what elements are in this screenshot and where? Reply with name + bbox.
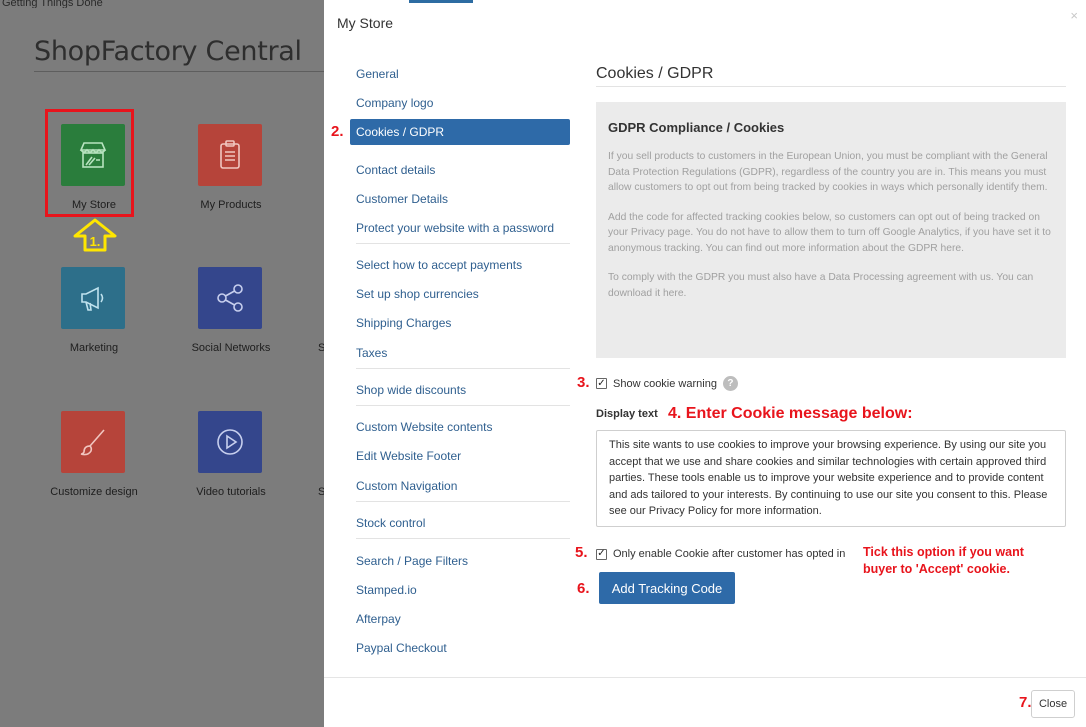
app-title: ShopFactory Central [34, 36, 302, 67]
info-paragraph: Add the code for affected tracking cooki… [608, 211, 1051, 254]
highlight-box [45, 109, 134, 217]
annotation-step-1: 1. [90, 234, 101, 249]
close-icon[interactable]: × [1070, 8, 1078, 23]
nav-item-afterpay[interactable]: Afterpay [356, 608, 570, 630]
tile-label: My Products [200, 199, 262, 211]
nav-item-shop-discounts[interactable]: Shop wide discounts [356, 379, 570, 401]
background-app: Getting Things Done ShopFactory Central … [0, 0, 325, 727]
modal-header: My Store × [324, 0, 1086, 42]
nav-item-edit-website-footer[interactable]: Edit Website Footer [356, 445, 570, 467]
opt-in-checkbox[interactable]: ✓ [596, 548, 607, 560]
nav-divider [356, 243, 570, 244]
footer-divider [324, 677, 1086, 678]
show-cookie-warning-checkbox[interactable]: ✓ [596, 378, 607, 389]
info-title: GDPR Compliance / Cookies [608, 120, 785, 135]
nav-item-customer-details[interactable]: Customer Details [356, 188, 570, 210]
annotation-step-3: 3. [577, 374, 590, 391]
nav-item-custom-website-contents[interactable]: Custom Website contents [356, 416, 570, 438]
nav-item-currencies[interactable]: Set up shop currencies [356, 283, 570, 305]
annotation-step-5: 5. [575, 544, 588, 561]
play-icon [198, 411, 262, 473]
background-top-text: Getting Things Done [2, 0, 103, 8]
annotation-tip-line: Tick this option if you want [863, 545, 1024, 559]
nav-item-search-page-filters[interactable]: Search / Page Filters [356, 550, 570, 572]
nav-divider [356, 538, 570, 539]
tile-social-networks[interactable]: Social Networks [166, 267, 296, 377]
tile-marketing[interactable]: Marketing [29, 267, 159, 377]
annotation-step-7: 7. [1019, 694, 1032, 711]
tile-label: Video tutorials [196, 486, 266, 498]
annotation-tip-line: buyer to 'Accept' cookie. [863, 562, 1010, 576]
cookie-message-textarea[interactable]: This site wants to use cookies to improv… [596, 430, 1066, 527]
tile-my-products[interactable]: My Products [166, 124, 296, 234]
nav-item-stock-control[interactable]: Stock control [356, 512, 570, 534]
opt-in-row: ✓ Only enable Cookie after customer has … [596, 548, 845, 560]
tile-label: Customize design [50, 486, 138, 498]
clipboard-icon [198, 124, 262, 186]
nav-divider [356, 368, 570, 369]
nav-item-payments[interactable]: Select how to accept payments [356, 254, 570, 276]
section-title: Cookies / GDPR [596, 65, 714, 82]
brush-icon [61, 411, 125, 473]
nav-item-custom-navigation[interactable]: Custom Navigation [356, 475, 570, 497]
show-cookie-warning-label: Show cookie warning [613, 377, 717, 390]
nav-item-stamped-io[interactable]: Stamped.io [356, 579, 570, 601]
gdpr-info-box: GDPR Compliance / Cookies If you sell pr… [596, 102, 1066, 358]
annotation-step-6: 6. [577, 580, 590, 597]
megaphone-icon [61, 267, 125, 329]
annotation-step-2: 2. [331, 123, 344, 140]
nav-item-contact-details[interactable]: Contact details [356, 159, 570, 181]
nav-item-general[interactable]: General [356, 63, 570, 85]
nav-item-company-logo[interactable]: Company logo [356, 92, 570, 114]
share-icon [198, 267, 262, 329]
annotation-step-4: 4. Enter Cookie message below: [668, 405, 913, 422]
tile-customize-design[interactable]: Customize design [29, 411, 159, 521]
annotation-tip: Tick this option if you want buyer to 'A… [863, 544, 1024, 578]
nav-item-cookies-gdpr[interactable]: Cookies / GDPR [350, 119, 570, 145]
nav-divider [356, 405, 570, 406]
add-tracking-code-button[interactable]: Add Tracking Code [599, 572, 735, 604]
nav-item-shipping-charges[interactable]: Shipping Charges [356, 312, 570, 334]
help-icon[interactable]: ? [722, 376, 738, 391]
tile-label: Social Networks [191, 342, 271, 354]
opt-in-label: Only enable Cookie after customer has op… [613, 548, 846, 560]
show-cookie-warning-row: ✓ Show cookie warning ? [596, 376, 738, 391]
info-paragraph: If you sell products to customers in the… [608, 151, 1048, 193]
close-button[interactable]: Close [1031, 690, 1075, 718]
tile-video-tutorials[interactable]: Video tutorials [166, 411, 296, 521]
tile-label: Marketing [69, 342, 119, 354]
title-divider [34, 71, 324, 72]
nav-divider [356, 501, 570, 502]
modal-title: My Store [337, 15, 394, 31]
up-arrow-icon: 1. [73, 218, 117, 252]
section-divider [596, 86, 1066, 87]
nav-item-paypal-checkout[interactable]: Paypal Checkout [356, 637, 570, 659]
my-store-modal: My Store × General Company logo Cookies … [324, 0, 1086, 727]
nav-item-password-protect[interactable]: Protect your website with a password [356, 217, 570, 239]
nav-item-taxes[interactable]: Taxes [356, 342, 570, 364]
display-text-label: Display text [596, 408, 658, 420]
info-paragraph: To comply with the GDPR you must also ha… [608, 272, 1034, 299]
